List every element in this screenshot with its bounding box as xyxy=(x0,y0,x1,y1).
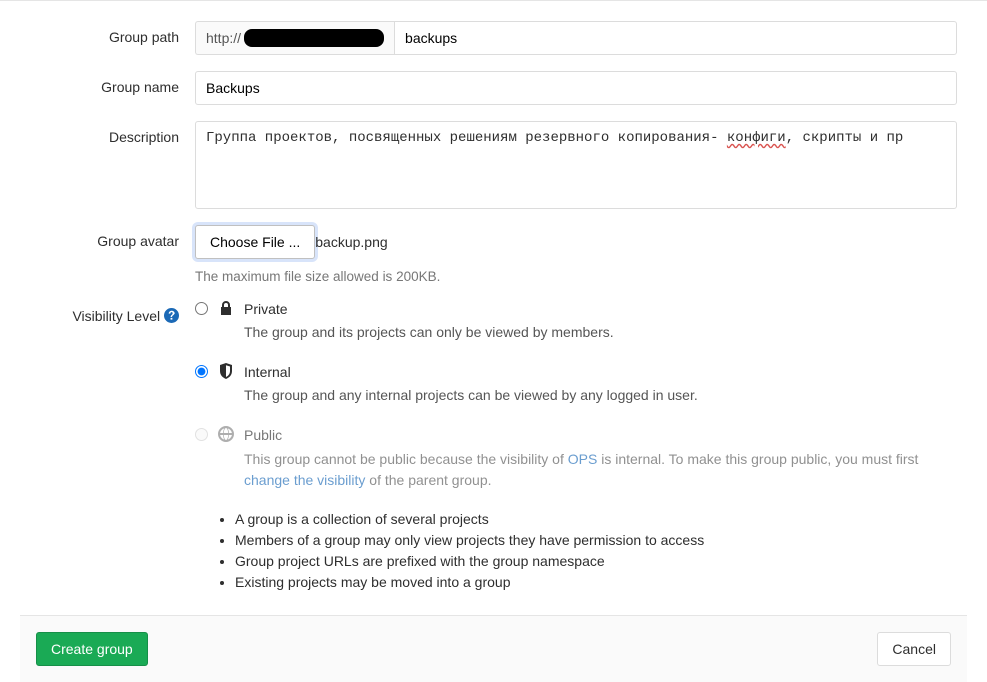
group-info-list: A group is a collection of several proje… xyxy=(195,511,957,590)
list-item: Existing projects may be moved into a gr… xyxy=(235,574,957,590)
private-desc: The group and its projects can only be v… xyxy=(244,322,957,343)
visibility-row: Visibility Level Private The group and i… xyxy=(20,300,967,595)
group-path-row: Group path http:// xyxy=(20,21,967,55)
description-label: Description xyxy=(20,121,195,209)
choose-file-button[interactable]: Choose File ... xyxy=(195,225,315,259)
url-prefix: http:// xyxy=(195,21,394,55)
create-group-button[interactable]: Create group xyxy=(36,632,148,666)
visibility-radio-private[interactable] xyxy=(195,302,208,315)
description-input[interactable]: Группа проектов, посвященных решениям ре… xyxy=(195,121,957,209)
redacted-domain xyxy=(244,29,384,47)
internal-title: Internal xyxy=(244,363,957,381)
group-avatar-label: Group avatar xyxy=(20,225,195,284)
help-icon[interactable] xyxy=(164,308,179,323)
footer-bar: Create group Cancel xyxy=(20,615,967,682)
list-item: Members of a group may only view project… xyxy=(235,532,957,548)
public-title: Public xyxy=(244,426,957,444)
avatar-hint: The maximum file size allowed is 200KB. xyxy=(195,269,957,284)
visibility-option-internal: Internal The group and any internal proj… xyxy=(195,363,957,406)
ops-link[interactable]: OPS xyxy=(568,451,598,467)
public-desc: This group cannot be public because the … xyxy=(244,449,957,491)
change-visibility-link[interactable]: change the visibility xyxy=(244,472,365,488)
list-item: A group is a collection of several proje… xyxy=(235,511,957,527)
visibility-option-public: Public This group cannot be public becau… xyxy=(195,426,957,490)
group-name-row: Group name xyxy=(20,71,967,105)
group-path-input[interactable] xyxy=(394,21,957,55)
group-name-label: Group name xyxy=(20,71,195,105)
url-prefix-text: http:// xyxy=(206,30,241,46)
list-item: Group project URLs are prefixed with the… xyxy=(235,553,957,569)
visibility-radio-internal[interactable] xyxy=(195,365,208,378)
visibility-label: Visibility Level xyxy=(20,300,195,595)
group-path-label: Group path xyxy=(20,21,195,55)
avatar-filename: backup.png xyxy=(315,234,387,250)
visibility-option-private: Private The group and its projects can o… xyxy=(195,300,957,343)
description-row: Description Группа проектов, посвященных… xyxy=(20,121,967,209)
form-container: Group path http:// Group name Descriptio… xyxy=(0,0,987,595)
private-title: Private xyxy=(244,300,957,318)
group-name-input[interactable] xyxy=(195,71,957,105)
globe-icon xyxy=(218,426,234,442)
lock-icon xyxy=(218,300,234,316)
cancel-button[interactable]: Cancel xyxy=(877,632,951,666)
group-avatar-row: Group avatar Choose File ...backup.png T… xyxy=(20,225,967,284)
visibility-radio-public xyxy=(195,428,208,441)
internal-desc: The group and any internal projects can … xyxy=(244,385,957,406)
shield-icon xyxy=(218,363,234,379)
